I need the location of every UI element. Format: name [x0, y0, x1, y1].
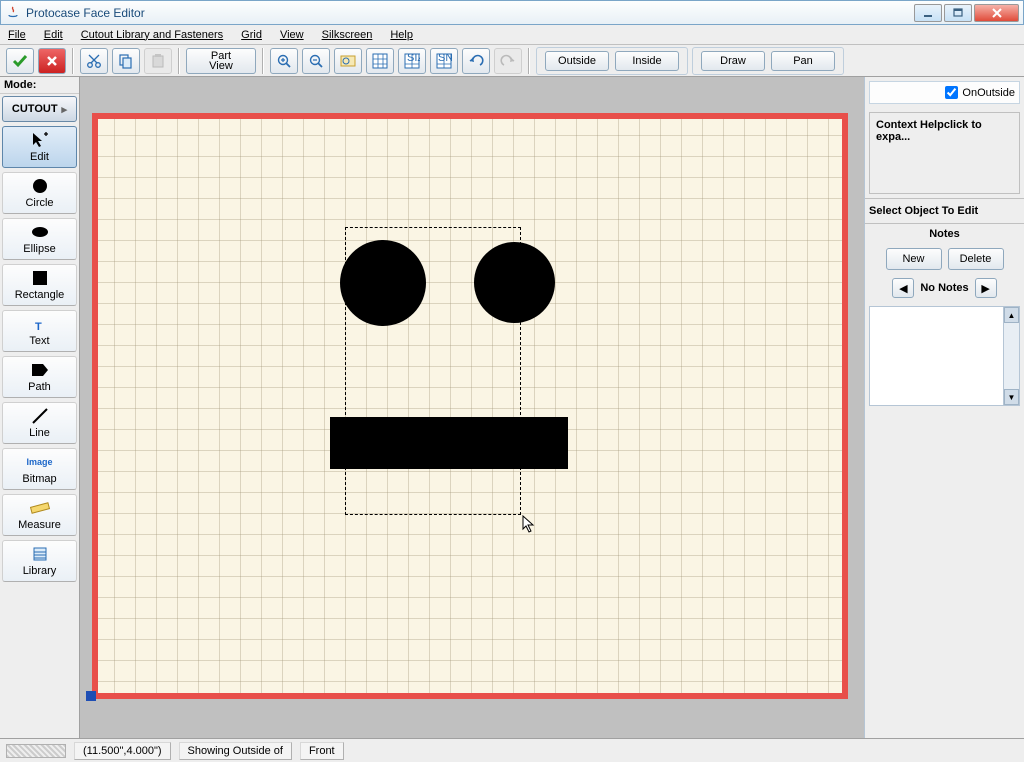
status-coords: (11.500",4.000")	[74, 742, 171, 760]
accept-button[interactable]	[6, 48, 34, 74]
tool-label: Library	[23, 565, 57, 577]
title-bar: Protocase Face Editor	[0, 0, 1024, 25]
tool-edit[interactable]: Edit	[2, 126, 77, 168]
filled-ellipse-icon	[30, 223, 50, 241]
scroll-up-icon[interactable]: ▲	[1004, 307, 1019, 323]
scroll-down-icon[interactable]: ▼	[1004, 389, 1019, 405]
ruler-icon	[30, 499, 50, 517]
arrow-plus-icon	[30, 131, 50, 149]
java-icon	[5, 5, 21, 21]
tool-line[interactable]: Line	[2, 402, 77, 444]
context-help-panel[interactable]: Context Helpclick to expa...	[869, 112, 1020, 194]
copy-button[interactable]	[112, 48, 140, 74]
notes-textarea[interactable]: ▲ ▼	[869, 306, 1020, 406]
notes-prev-button[interactable]: ◀	[892, 278, 914, 298]
inside-button[interactable]: Inside	[615, 51, 679, 71]
tool-path[interactable]: Path	[2, 356, 77, 398]
status-showing: Showing Outside of	[179, 742, 292, 760]
selection-box[interactable]	[345, 227, 521, 515]
zoom-in-button[interactable]	[270, 48, 298, 74]
menu-bar: File Edit Cutout Library and Fasteners G…	[0, 25, 1024, 45]
status-face: Front	[300, 742, 344, 760]
pentagon-icon	[31, 361, 49, 379]
paste-button[interactable]	[144, 48, 172, 74]
text-t-icon: T	[32, 315, 48, 333]
mode-label: Mode:	[0, 77, 79, 94]
draw-button[interactable]: Draw	[701, 51, 765, 71]
outside-button[interactable]: Outside	[545, 51, 609, 71]
menu-silkscreen[interactable]: Silkscreen	[318, 27, 377, 43]
svg-text:T: T	[35, 321, 42, 332]
part-view-button[interactable]: PartView	[186, 48, 256, 74]
workspace: Mode: CUTOUT▸ Edit Circle Ellipse Rectan…	[0, 77, 1024, 738]
pan-button[interactable]: Pan	[771, 51, 835, 71]
tool-label: Ellipse	[23, 243, 55, 255]
menu-edit[interactable]: Edit	[40, 27, 67, 43]
select-object-header: Select Object To Edit	[865, 198, 1024, 224]
tool-label: Line	[29, 427, 50, 439]
tool-label: Bitmap	[22, 473, 56, 485]
svg-text:SNAP: SNAP	[438, 53, 452, 64]
no-notes-label: No Notes	[920, 282, 968, 294]
toolbox: Mode: CUTOUT▸ Edit Circle Ellipse Rectan…	[0, 77, 80, 738]
notes-next-button[interactable]: ▶	[975, 278, 997, 298]
status-bar: (11.500",4.000") Showing Outside of Fron…	[0, 738, 1024, 762]
notes-new-button[interactable]: New	[886, 248, 942, 270]
menu-cutout-library[interactable]: Cutout Library and Fasteners	[77, 27, 227, 43]
tool-bitmap[interactable]: Image Bitmap	[2, 448, 77, 490]
grid-size-button[interactable]: SIZE	[398, 48, 426, 74]
on-outside-label: OnOutside	[962, 87, 1015, 99]
on-outside-bar: OnOutside	[869, 81, 1020, 104]
mode-selector[interactable]: CUTOUT▸	[2, 96, 77, 122]
menu-help[interactable]: Help	[386, 27, 417, 43]
origin-handle[interactable]	[86, 691, 96, 701]
tool-measure[interactable]: Measure	[2, 494, 77, 536]
tool-label: Circle	[25, 197, 53, 209]
tool-label: Edit	[30, 151, 49, 163]
mouse-cursor-icon	[522, 515, 536, 533]
canvas-area[interactable]	[80, 77, 864, 738]
tool-text[interactable]: T Text	[2, 310, 77, 352]
filled-square-icon	[32, 269, 48, 287]
minimize-button[interactable]	[914, 4, 942, 22]
book-icon	[32, 545, 48, 563]
image-icon: Image	[26, 453, 52, 471]
notes-scrollbar[interactable]: ▲ ▼	[1003, 307, 1019, 405]
diag-line-icon	[31, 407, 49, 425]
zoom-fit-button[interactable]	[334, 48, 362, 74]
menu-file[interactable]: File	[4, 27, 30, 43]
cancel-button[interactable]	[38, 48, 66, 74]
tool-rectangle[interactable]: Rectangle	[2, 264, 77, 306]
zoom-out-button[interactable]	[302, 48, 330, 74]
svg-text:SIZE: SIZE	[407, 53, 420, 64]
tool-ellipse[interactable]: Ellipse	[2, 218, 77, 260]
close-button[interactable]	[974, 4, 1019, 22]
redo-button[interactable]	[494, 48, 522, 74]
menu-view[interactable]: View	[276, 27, 308, 43]
outside-inside-group: Outside Inside	[536, 47, 688, 75]
cut-button[interactable]	[80, 48, 108, 74]
status-grip	[6, 744, 66, 758]
tool-circle[interactable]: Circle	[2, 172, 77, 214]
notes-header: Notes	[865, 224, 1024, 244]
tool-label: Path	[28, 381, 51, 393]
snap-button[interactable]: SNAP	[430, 48, 458, 74]
on-outside-checkbox[interactable]	[945, 86, 958, 99]
maximize-button[interactable]	[944, 4, 972, 22]
tool-label: Measure	[18, 519, 61, 531]
right-panel: OnOutside Context Helpclick to expa... S…	[864, 77, 1024, 738]
draw-pan-group: Draw Pan	[692, 47, 844, 75]
undo-button[interactable]	[462, 48, 490, 74]
toolbar: PartView SIZE SNAP Outside Inside Draw P…	[0, 45, 1024, 77]
filled-circle-icon	[31, 177, 49, 195]
menu-grid[interactable]: Grid	[237, 27, 266, 43]
grid-toggle-button[interactable]	[366, 48, 394, 74]
window-title: Protocase Face Editor	[26, 6, 914, 20]
tool-library[interactable]: Library	[2, 540, 77, 582]
notes-delete-button[interactable]: Delete	[948, 248, 1004, 270]
tool-label: Text	[29, 335, 49, 347]
tool-label: Rectangle	[15, 289, 65, 301]
